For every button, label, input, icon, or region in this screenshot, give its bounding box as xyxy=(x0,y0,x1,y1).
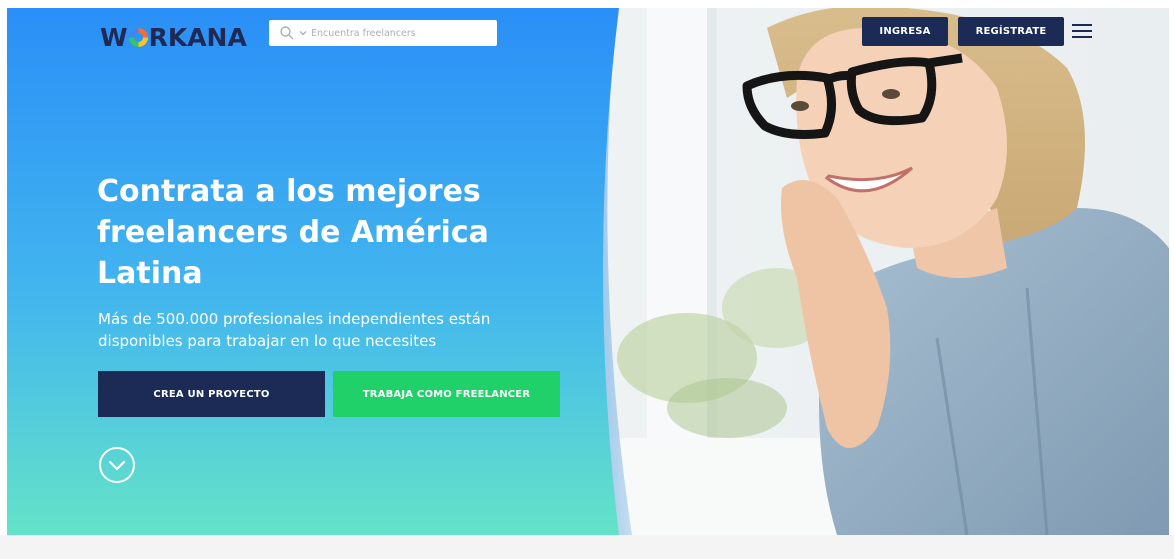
chevron-down-icon[interactable] xyxy=(299,29,307,37)
logo-o-icon xyxy=(128,28,148,47)
hero-subtitle: Más de 500.000 profesionales independien… xyxy=(98,310,491,350)
logo-text-end: RKANA xyxy=(148,23,247,52)
search-bar[interactable] xyxy=(269,20,497,46)
workana-logo[interactable]: W RKANA xyxy=(100,23,247,52)
register-button[interactable]: REGÍSTRATE xyxy=(958,17,1064,46)
hamburger-menu-icon[interactable] xyxy=(1072,24,1092,38)
search-input[interactable] xyxy=(311,27,481,39)
login-button[interactable]: INGRESA xyxy=(862,17,948,46)
search-icon xyxy=(280,26,294,40)
below-hero-band xyxy=(0,535,1174,559)
hero-section: W RKANA INGRESA REGÍSTRATE Contrata a los… xyxy=(7,8,1169,535)
hero-title: Contrata a los mejores freelancers de Am… xyxy=(97,174,489,291)
work-as-freelancer-button[interactable]: TRABAJA COMO FREELANCER xyxy=(333,371,560,417)
create-project-button[interactable]: CREA UN PROYECTO xyxy=(98,371,325,417)
logo-text-start: W xyxy=(100,23,128,52)
chevron-down-circle-icon[interactable] xyxy=(98,446,136,484)
